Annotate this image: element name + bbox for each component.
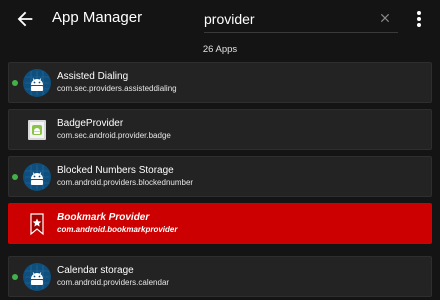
- app-list-item-selected[interactable]: Bookmark Provider com.android.bookmarkpr…: [8, 203, 432, 244]
- package-name: com.android.bookmarkprovider: [57, 225, 178, 234]
- toolbar: App Manager: [0, 0, 440, 38]
- bookmark-star-icon: [30, 213, 44, 236]
- app-count: 26 Apps: [202, 44, 238, 55]
- badge-provider-icon: [28, 120, 46, 140]
- running-indicator: [12, 174, 18, 180]
- app-list-item[interactable]: Blocked Numbers Storage com.android.prov…: [8, 156, 432, 197]
- package-name: com.android.providers.blockednumber: [57, 178, 194, 187]
- app-name: Assisted Dialing: [57, 71, 129, 82]
- close-icon[interactable]: [378, 11, 392, 25]
- search-box: [204, 9, 398, 33]
- more-vert-icon[interactable]: [412, 8, 426, 30]
- running-indicator: [12, 274, 18, 280]
- running-indicator: [12, 80, 18, 86]
- app-name: Calendar storage: [57, 265, 134, 276]
- app-name: BadgeProvider: [57, 118, 124, 129]
- android-robot-icon: [23, 263, 51, 291]
- arrow-back-icon[interactable]: [14, 8, 36, 30]
- app-list-item[interactable]: BadgeProvider com.sec.android.provider.b…: [8, 109, 432, 150]
- package-name: com.sec.android.provider.badge: [57, 131, 171, 140]
- package-name: com.sec.providers.assisteddialing: [57, 84, 177, 93]
- app-list-item[interactable]: Assisted Dialing com.sec.providers.assis…: [8, 62, 432, 103]
- app-name: Blocked Numbers Storage: [57, 165, 174, 176]
- android-robot-icon: [23, 69, 51, 97]
- app-name: Bookmark Provider: [57, 212, 150, 223]
- search-input[interactable]: [204, 9, 364, 29]
- android-robot-icon: [23, 163, 51, 191]
- app-list-item[interactable]: Calendar storage com.android.providers.c…: [8, 256, 432, 297]
- package-name: com.android.providers.calendar: [57, 278, 170, 287]
- page-title: App Manager: [52, 9, 143, 26]
